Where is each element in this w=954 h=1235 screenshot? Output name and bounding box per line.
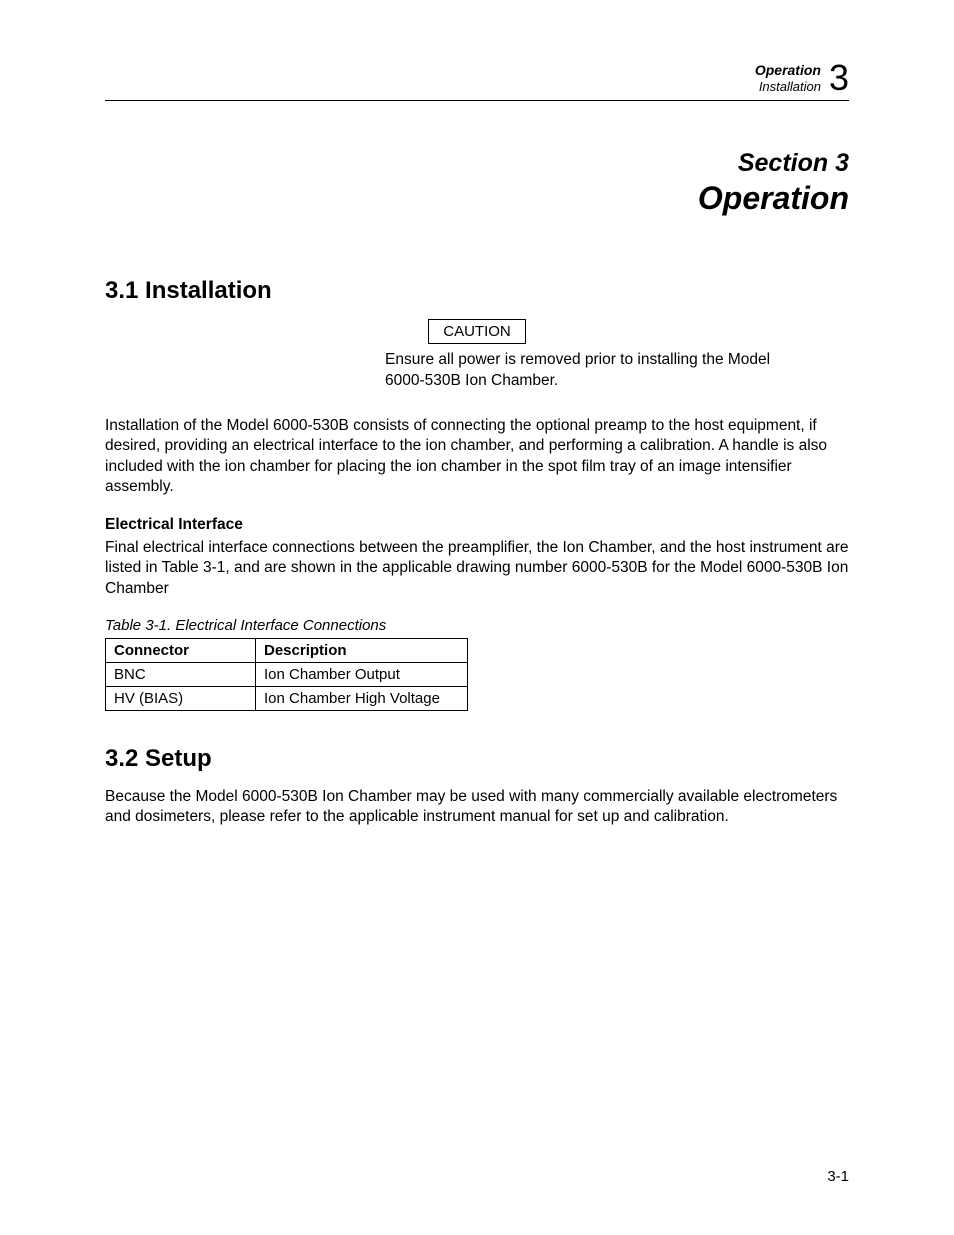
page-number: 3-1: [827, 1168, 849, 1185]
paragraph-installation: Installation of the Model 6000-530B cons…: [105, 416, 849, 498]
caution-text-line2: 6000-530B Ion Chamber.: [385, 372, 558, 389]
subheading-electrical-interface: Electrical Interface: [105, 516, 849, 534]
caution-text-line1: Ensure all power is removed prior to ins…: [385, 350, 795, 371]
paragraph-setup: Because the Model 6000-530B Ion Chamber …: [105, 787, 849, 828]
table-caption: Table 3-1. Electrical Interface Connecti…: [105, 617, 849, 634]
header-line-installation: Installation: [755, 79, 821, 95]
table-header-connector: Connector: [106, 639, 256, 663]
header-line-operation: Operation: [755, 62, 821, 79]
table-cell-connector: HV (BIAS): [106, 687, 256, 711]
section-title-block: Section 3 Operation: [105, 149, 849, 217]
heading-installation: 3.1 Installation: [105, 277, 849, 305]
table-row: BNC Ion Chamber Output: [106, 663, 468, 687]
table-row: HV (BIAS) Ion Chamber High Voltage: [106, 687, 468, 711]
section-title: Operation: [105, 180, 849, 217]
table-header-description: Description: [256, 639, 468, 663]
section-label: Section 3: [105, 149, 849, 178]
page-container: Operation Installation 3 Section 3 Opera…: [0, 0, 954, 886]
table-cell-description: Ion Chamber High Voltage: [256, 687, 468, 711]
heading-setup: 3.2 Setup: [105, 745, 849, 773]
caution-text: Ensure all power is removed prior to ins…: [385, 350, 795, 392]
page-header: Operation Installation 3: [105, 60, 849, 101]
table-cell-connector: BNC: [106, 663, 256, 687]
header-text-block: Operation Installation: [755, 62, 821, 94]
table-cell-description: Ion Chamber Output: [256, 663, 468, 687]
table-header-row: Connector Description: [106, 639, 468, 663]
caution-label: CAUTION: [443, 323, 511, 340]
electrical-interface-table: Connector Description BNC Ion Chamber Ou…: [105, 638, 468, 711]
header-chapter-number: 3: [829, 60, 849, 96]
caution-box: CAUTION: [428, 319, 526, 344]
paragraph-electrical-interface: Final electrical interface connections b…: [105, 538, 849, 599]
